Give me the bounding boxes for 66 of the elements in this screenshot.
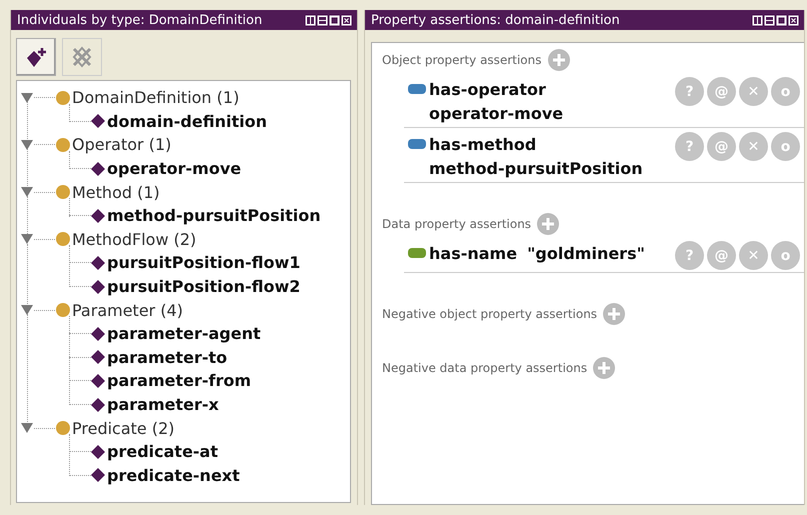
maximize-icon [776,14,787,26]
diamond-icon [91,374,105,388]
expanded-triangle-icon[interactable] [21,234,33,244]
minimize-icon [317,14,328,26]
individual-label[interactable]: domain-definition [107,112,267,131]
class-circle-icon [56,232,70,246]
class-label[interactable]: MethodFlow (2) [72,230,196,249]
diamond-plus-icon [24,45,48,69]
panel-title: Property assertions: domain-definition [371,12,620,28]
diamond-cross-icon [70,45,94,69]
object-property-icon [408,139,426,149]
section-label: Negative data property assertions [382,361,588,375]
add-individual-button[interactable] [16,38,56,76]
section-label: Object property assertions [382,53,542,67]
diamond-icon [91,162,105,176]
class-circle-icon [56,185,70,200]
split-icon [305,14,316,26]
section-label: Negative object property assertions [382,307,598,321]
class-label[interactable]: Method (1) [72,182,160,202]
expanded-triangle-icon[interactable] [21,187,33,198]
diamond-icon [91,114,105,128]
property-value: method-pursuitPosition [429,158,643,178]
individual-label[interactable]: predicate-at [107,442,218,462]
expanded-triangle-icon[interactable] [21,305,33,316]
diamond-icon [91,256,105,270]
close-icon [341,14,352,26]
minimize-icon [764,14,775,26]
diamond-icon [91,398,105,412]
individual-label[interactable]: operator-move [107,159,242,178]
property-value: operator-move [429,104,564,122]
class-label[interactable]: Operator (1) [72,135,172,154]
class-circle-icon [56,421,70,436]
property-name: has-method [429,134,536,154]
expanded-triangle-icon[interactable] [21,423,33,434]
diamond-icon [91,208,105,223]
individual-label[interactable]: method-pursuitPosition [107,206,321,226]
maximize-icon [329,14,340,26]
expanded-triangle-icon[interactable] [21,140,33,150]
data-property-icon [408,248,426,258]
class-label[interactable]: Parameter (4) [72,300,183,320]
property-value: "goldminers" [527,244,645,262]
object-property-icon [408,84,426,94]
individual-label[interactable]: pursuitPosition-flow1 [107,253,300,272]
diamond-icon [91,468,105,482]
diamond-icon [91,326,105,341]
individual-label[interactable]: parameter-agent [107,324,261,344]
class-circle-icon [56,90,70,105]
class-label[interactable]: Predicate (2) [72,418,175,438]
property-name: has-operator [429,80,546,98]
class-circle-icon [56,303,70,318]
class-label[interactable]: DomainDefinition (1) [72,88,240,108]
close-icon [788,14,799,26]
individual-label[interactable]: parameter-from [107,371,252,390]
section-label: Data property assertions [382,217,532,231]
individual-label[interactable]: parameter-to [107,348,228,367]
expanded-triangle-icon[interactable] [21,92,33,103]
property-name: has-name [429,244,518,262]
diamond-icon [91,350,105,364]
individual-label[interactable]: predicate-next [107,466,240,485]
panel-title: Individuals by type: DomainDefinition [17,12,262,28]
class-circle-icon [56,138,70,152]
split-icon [752,14,763,26]
diamond-icon [91,444,105,459]
diamond-icon [91,280,105,294]
individual-label[interactable]: parameter-x [107,395,219,414]
individual-label[interactable]: pursuitPosition-flow2 [107,277,300,296]
